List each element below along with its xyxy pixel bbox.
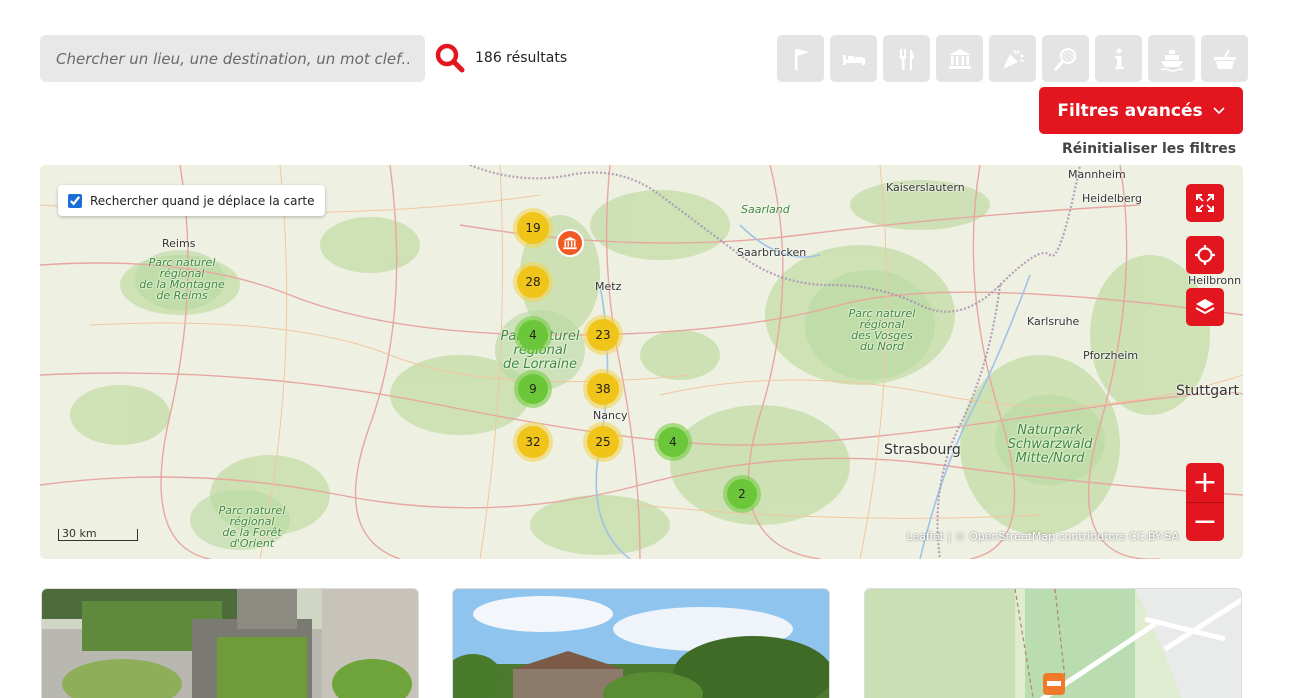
map-label-nancy: Nancy xyxy=(593,409,628,422)
map-cluster[interactable]: 9 xyxy=(514,370,552,408)
map-label-karlsruhe: Karlsruhe xyxy=(1027,315,1080,328)
map-label-stuttgart: Stuttgart xyxy=(1176,383,1239,399)
fullscreen-button[interactable] xyxy=(1186,184,1224,222)
map-label-mannheim: Mannheim xyxy=(1068,168,1126,181)
map-label-pforzheim: Pforzheim xyxy=(1083,349,1139,362)
tennis-icon xyxy=(1054,47,1076,70)
boat-icon xyxy=(1160,49,1184,72)
card-image xyxy=(42,589,418,698)
map-cluster[interactable]: 38 xyxy=(583,369,623,409)
search-on-move-input[interactable] xyxy=(68,193,82,208)
flag-icon xyxy=(794,48,809,70)
category-cruise-button[interactable] xyxy=(1148,35,1195,82)
map-label-strasbourg: Strasbourg xyxy=(884,442,961,458)
map-cluster[interactable]: 32 xyxy=(513,422,553,462)
category-sports-button[interactable] xyxy=(1042,35,1089,82)
map-cluster[interactable]: 2 xyxy=(723,475,761,513)
map-label-heidelberg: Heidelberg xyxy=(1082,192,1142,205)
map-scale: 30 km xyxy=(58,528,138,541)
cluster-count: 25 xyxy=(587,426,619,458)
map-cluster[interactable]: 4 xyxy=(514,316,552,354)
cluster-count: 23 xyxy=(587,319,619,351)
category-shopping-button[interactable] xyxy=(1201,35,1248,82)
result-card[interactable] xyxy=(452,588,830,698)
zoom-controls: + − xyxy=(1186,463,1224,541)
map-poi-museum[interactable] xyxy=(556,229,584,257)
cluster-count: 4 xyxy=(518,320,548,350)
category-events-button[interactable] xyxy=(989,35,1036,82)
party-icon xyxy=(1002,49,1024,69)
zoom-out-button[interactable]: − xyxy=(1186,502,1224,541)
bed-icon xyxy=(842,54,865,65)
zoom-in-button[interactable]: + xyxy=(1186,463,1224,502)
map-label-saarland: Saarland xyxy=(741,203,790,216)
category-info-button[interactable] xyxy=(1095,35,1142,82)
category-culture-button[interactable] xyxy=(936,35,983,82)
search-button[interactable] xyxy=(434,42,466,74)
map[interactable]: Rechercher quand je déplace la carte Rei… xyxy=(40,165,1243,559)
map-cluster[interactable]: 19 xyxy=(513,208,553,248)
results-count: 186 résultats xyxy=(475,50,568,66)
crosshair-icon xyxy=(1195,245,1215,265)
category-filters xyxy=(777,35,1248,82)
museum-icon xyxy=(948,48,971,69)
result-card[interactable] xyxy=(41,588,419,698)
map-tiles xyxy=(40,165,1243,559)
cluster-count: 28 xyxy=(517,266,549,298)
category-lodging-button[interactable] xyxy=(830,35,877,82)
locate-button[interactable] xyxy=(1186,236,1224,274)
category-restaurant-button[interactable] xyxy=(883,35,930,82)
search-on-move-label: Rechercher quand je déplace la carte xyxy=(90,193,315,208)
search-input[interactable] xyxy=(40,35,425,82)
cluster-count: 2 xyxy=(727,479,757,509)
layers-icon xyxy=(1195,299,1215,315)
result-card[interactable] xyxy=(864,588,1242,698)
map-label-metz: Metz xyxy=(595,280,622,293)
cluster-count: 32 xyxy=(517,426,549,458)
cluster-count: 38 xyxy=(587,373,619,405)
restaurant-icon xyxy=(899,48,914,70)
category-activities-button[interactable] xyxy=(777,35,824,82)
cluster-count: 4 xyxy=(658,427,688,457)
chevron-down-icon xyxy=(1213,106,1225,114)
map-attribution: Leaflet | © OpenStreetMap contributors C… xyxy=(906,530,1179,543)
map-label-heilbronn: Heilbronn xyxy=(1188,274,1242,287)
map-cluster[interactable]: 28 xyxy=(513,262,553,302)
map-label-park-orient: Parc naturel régional de la Forêt d'Orient xyxy=(218,504,286,550)
advanced-filters-label: Filtres avancés xyxy=(1057,100,1203,121)
map-label-park-schwarzwald: Naturpark Schwarzwald Mitte/Nord xyxy=(1007,423,1093,466)
search-icon xyxy=(435,43,465,73)
museum-icon xyxy=(563,236,577,250)
reset-filters-link[interactable]: Réinitialiser les filtres xyxy=(1062,141,1236,157)
map-label-reims: Reims xyxy=(162,237,196,250)
page: 186 résultats Filtres avancés xyxy=(0,0,1289,698)
cluster-count: 9 xyxy=(518,374,548,404)
map-label-saarbrucken: Saarbrücken xyxy=(737,246,807,259)
layers-button[interactable] xyxy=(1186,288,1224,326)
map-label-kaiserslautern: Kaiserslautern xyxy=(886,181,965,194)
advanced-filters-button[interactable]: Filtres avancés xyxy=(1039,87,1243,134)
info-icon xyxy=(1114,48,1124,69)
basket-icon xyxy=(1213,49,1236,69)
map-cluster[interactable]: 23 xyxy=(583,315,623,355)
map-label-park-reims: Parc naturel régional de la Montagne de Rei… xyxy=(139,256,225,302)
card-image xyxy=(865,589,1241,698)
map-label-park-vosges: Parc naturel régional des Vosges du Nord xyxy=(848,307,916,353)
fullscreen-icon xyxy=(1196,194,1214,212)
search-on-move-checkbox[interactable]: Rechercher quand je déplace la carte xyxy=(58,185,325,216)
cluster-count: 19 xyxy=(517,212,549,244)
card-image xyxy=(453,589,829,698)
map-cluster[interactable]: 25 xyxy=(583,422,623,462)
map-cluster[interactable]: 4 xyxy=(654,423,692,461)
